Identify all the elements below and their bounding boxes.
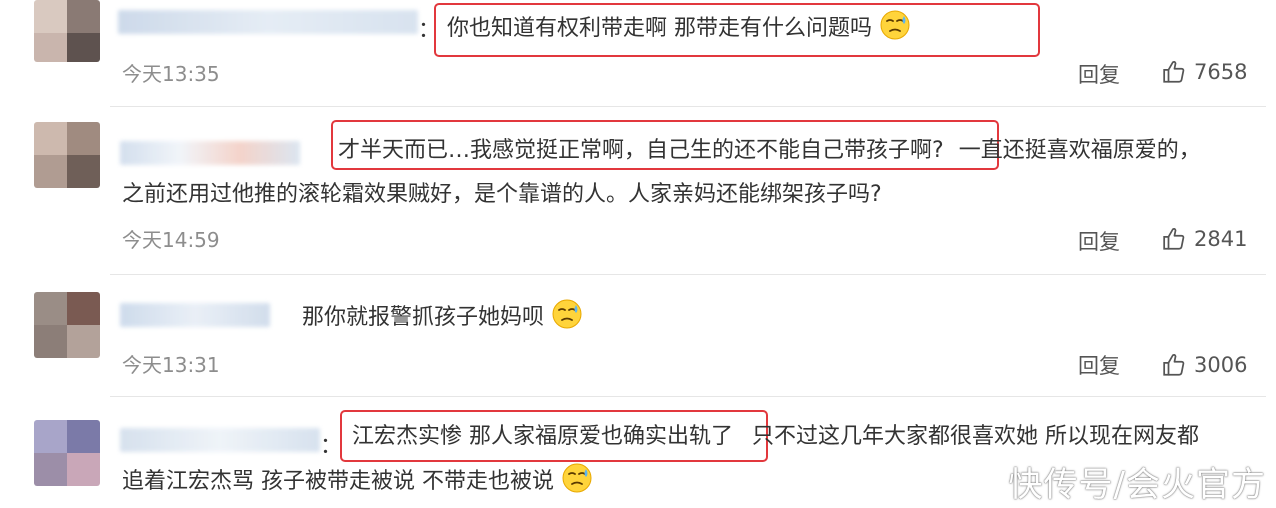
sweat-emoji-icon	[879, 9, 911, 41]
comment-time: 今天14:59	[122, 228, 220, 252]
like-count: 7658	[1194, 60, 1248, 84]
comment-text-line2: 追着江宏杰骂 孩子被带走被说 不带走也被说	[122, 462, 593, 499]
colon: ：	[320, 434, 343, 459]
divider	[110, 274, 1266, 275]
watermark: 快传号/会火官方	[1008, 465, 1266, 505]
comment-text: 你也知道有权利带走啊 那带走有什么问题吗	[447, 9, 911, 46]
comment-text-highlight: 江宏杰实惨 那人家福原爱也确实出轨了	[352, 424, 733, 449]
username-blurred[interactable]	[120, 303, 270, 327]
comment-text-rest: 一直还挺喜欢福原爱的，	[958, 138, 1201, 163]
comment-text-highlight: 才半天而已…我感觉挺正常啊，自己生的还不能自己带孩子啊?	[338, 138, 944, 163]
comment-time: 今天13:31	[122, 353, 220, 377]
avatar[interactable]	[34, 122, 100, 188]
comment-3: 那你就报警抓孩子她妈呗 今天13:31 回复 3006	[0, 276, 1276, 394]
avatar[interactable]	[34, 292, 100, 358]
like-count: 2841	[1194, 227, 1248, 251]
thumbs-up-icon	[1162, 226, 1188, 252]
thumbs-up-icon	[1162, 59, 1188, 85]
reply-button[interactable]: 回复	[1078, 350, 1120, 380]
comment-text-line1: 才半天而已…我感觉挺正常啊，自己生的还不能自己带孩子啊? 一直还挺喜欢福原爱的，	[338, 134, 1201, 168]
divider	[110, 106, 1266, 107]
divider	[110, 396, 1266, 397]
avatar[interactable]	[34, 420, 100, 486]
avatar[interactable]	[34, 0, 100, 62]
comment-text-line1: 江宏杰实惨 那人家福原爱也确实出轨了 只不过这几年大家都很喜欢她 所以现在网友都	[352, 420, 1199, 454]
comment-text-line2: 之前还用过他推的滚轮霜效果贼好，是个靠谱的人。人家亲妈还能绑架孩子吗?	[122, 182, 882, 207]
comment-text-rest: 只不过这几年大家都很喜欢她 所以现在网友都	[752, 424, 1199, 449]
like-button[interactable]: 2841	[1162, 226, 1247, 252]
comment-text: 那你就报警抓孩子她妈呗	[302, 298, 583, 335]
like-button[interactable]: 7658	[1162, 59, 1247, 85]
username-blurred[interactable]	[120, 428, 320, 452]
comment-2: 才半天而已…我感觉挺正常啊，自己生的还不能自己带孩子啊? 一直还挺喜欢福原爱的，…	[0, 108, 1276, 278]
comment-text-highlight: 你也知道有权利带走啊 那带走有什么问题吗	[447, 16, 872, 41]
sweat-emoji-icon	[551, 298, 583, 330]
reply-button[interactable]: 回复	[1078, 59, 1120, 89]
sweat-emoji-icon	[561, 462, 593, 494]
thumbs-up-icon	[1162, 352, 1188, 378]
username-blurred[interactable]	[118, 10, 418, 34]
username-blurred[interactable]	[120, 141, 300, 165]
like-button[interactable]: 3006	[1162, 352, 1247, 378]
comment-time: 今天13:35	[122, 62, 220, 86]
like-count: 3006	[1194, 353, 1248, 377]
comment-text-body: 那你就报警抓孩子她妈呗	[302, 305, 545, 330]
reply-button[interactable]: 回复	[1078, 226, 1120, 256]
comment-text-body: 追着江宏杰骂 孩子被带走被说 不带走也被说	[122, 469, 554, 494]
comment-1: ： 你也知道有权利带走啊 那带走有什么问题吗 今天13:35 回复 7658	[0, 0, 1276, 104]
